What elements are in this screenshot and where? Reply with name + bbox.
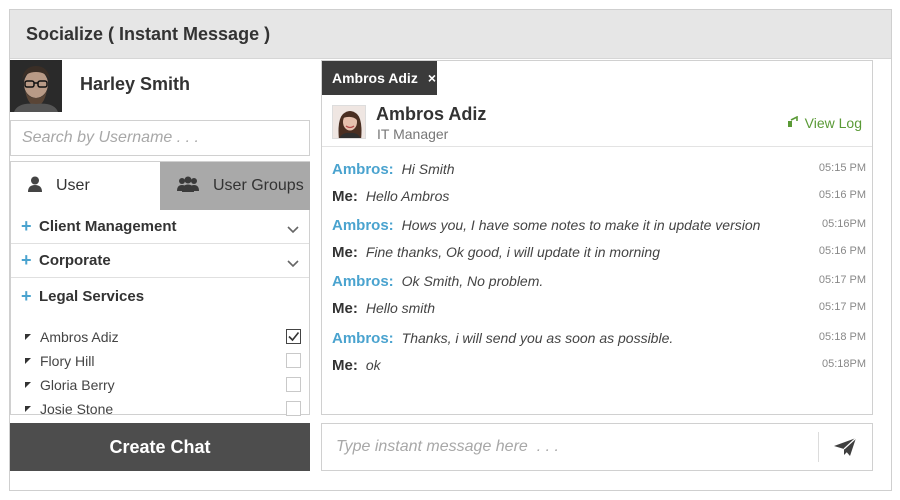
- bullet-icon: [25, 406, 31, 412]
- message-text: Thanks, i will send you as soon as possi…: [401, 330, 674, 346]
- message-text: ok: [365, 357, 381, 373]
- category-label: Legal Services: [39, 287, 145, 305]
- message-input[interactable]: [322, 424, 817, 470]
- tab-user-groups-label: User Groups: [213, 177, 304, 194]
- message-time: 05:17 PM: [818, 301, 866, 313]
- tab-user-groups[interactable]: User Groups: [160, 162, 310, 210]
- message-time: 05:16PM: [821, 218, 866, 230]
- checkbox[interactable]: [286, 401, 301, 416]
- contacts-panel: User User Groups + Client Management + C…: [10, 161, 310, 417]
- list-item[interactable]: Flory Hill: [25, 350, 301, 372]
- category-label: Client Management: [39, 218, 177, 235]
- avatar[interactable]: [10, 60, 62, 112]
- log-icon: [787, 115, 799, 131]
- list-item[interactable]: Ambros Adiz: [25, 326, 301, 348]
- plus-icon: +: [21, 216, 32, 236]
- message-row: Ambros: Hows you, I have some notes to m…: [332, 214, 866, 236]
- member-name: Josie Stone: [40, 401, 114, 417]
- create-chat-button[interactable]: Create Chat: [10, 423, 310, 471]
- message-row: Me: Hello smith 05:17 PM: [332, 297, 866, 319]
- bullet-icon: [25, 382, 31, 388]
- category-client-management[interactable]: + Client Management: [11, 210, 309, 244]
- profile-name: Harley Smith: [80, 74, 191, 94]
- message-sender: Ambros:: [332, 272, 394, 290]
- message-time: 05:17 PM: [818, 274, 866, 286]
- bullet-icon: [25, 358, 31, 364]
- chevron-down-icon[interactable]: [287, 255, 299, 273]
- message-sender: Me:: [332, 187, 358, 205]
- message-sender: Ambros:: [332, 329, 394, 347]
- contact-role: IT Manager: [377, 126, 449, 142]
- search-input[interactable]: [10, 120, 310, 156]
- category-label: Corporate: [39, 252, 111, 269]
- message-text: Hello smith: [365, 300, 436, 316]
- message-sender: Me:: [332, 299, 358, 317]
- plus-icon: +: [21, 285, 32, 306]
- send-button[interactable]: [822, 430, 868, 464]
- message-time: 05:16 PM: [818, 245, 866, 257]
- message-row: Ambros: Hi Smith 05:15 PM: [332, 158, 866, 180]
- chat-contact-header: Ambros Adiz IT Manager View Log: [322, 95, 872, 147]
- message-time: 05:16 PM: [818, 189, 866, 201]
- chat-tab-label: Ambros Adiz: [332, 70, 418, 86]
- member-name: Gloria Berry: [40, 377, 115, 393]
- close-icon[interactable]: ×: [428, 70, 436, 86]
- message-time: 05:15 PM: [818, 162, 866, 174]
- list-item[interactable]: Gloria Berry: [25, 374, 301, 396]
- message-time: 05:18PM: [821, 358, 866, 370]
- category-corporate[interactable]: + Corporate: [11, 244, 309, 278]
- checkbox[interactable]: [286, 353, 301, 368]
- message-row: Ambros: Ok Smith, No problem. 05:17 PM: [332, 270, 866, 292]
- user-profile: Harley Smith: [10, 60, 310, 112]
- chat-panel: Ambros Adiz × Ambros Adiz IT Manager Vie…: [321, 60, 873, 415]
- message-text: Hi Smith: [401, 161, 455, 177]
- title-bar: Socialize ( Instant Message ): [10, 10, 891, 59]
- users-group-icon: [177, 176, 199, 197]
- message-text: Hows you, I have some notes to make it i…: [401, 217, 761, 233]
- contact-name: Ambros Adiz: [376, 104, 487, 124]
- send-icon: [834, 437, 857, 456]
- message-text: Ok Smith, No problem.: [401, 273, 544, 289]
- member-name: Flory Hill: [40, 353, 95, 369]
- member-name: Ambros Adiz: [40, 329, 119, 345]
- message-row: Me: Hello Ambros 05:16 PM: [332, 185, 866, 207]
- message-sender: Me:: [332, 356, 358, 374]
- message-sender: Ambros:: [332, 160, 394, 178]
- list-item[interactable]: Josie Stone: [25, 398, 301, 420]
- checkbox-checked[interactable]: [286, 329, 301, 344]
- plus-icon: +: [21, 250, 32, 270]
- user-icon: [28, 176, 42, 197]
- message-time: 05:18 PM: [818, 331, 866, 343]
- check-icon: [288, 332, 300, 342]
- checkbox[interactable]: [286, 377, 301, 392]
- view-log-link[interactable]: View Log: [787, 115, 862, 131]
- chat-tab[interactable]: Ambros Adiz ×: [322, 61, 437, 95]
- bullet-icon: [25, 334, 31, 340]
- message-text: Fine thanks, Ok good, i will update it i…: [365, 244, 660, 260]
- window-title: Socialize ( Instant Message ): [26, 24, 271, 44]
- message-sender: Me:: [332, 243, 358, 261]
- avatar-photo: [333, 106, 365, 138]
- message-row: Me: Fine thanks, Ok good, i will update …: [332, 241, 866, 263]
- category-legal-services[interactable]: + Legal Services: [11, 279, 309, 313]
- message-row: Ambros: Thanks, i will send you as soon …: [332, 327, 866, 349]
- message-composer: [321, 423, 873, 471]
- tab-user[interactable]: User: [11, 162, 160, 210]
- message-text: Hello Ambros: [365, 188, 450, 204]
- divider: [818, 432, 819, 462]
- message-sender: Ambros:: [332, 216, 394, 234]
- message-row: Me: ok 05:18PM: [332, 354, 866, 376]
- avatar-photo: [10, 60, 62, 112]
- tab-user-label: User: [56, 177, 90, 194]
- avatar[interactable]: [332, 105, 366, 139]
- view-log-label: View Log: [804, 115, 862, 131]
- chevron-down-icon[interactable]: [287, 221, 299, 239]
